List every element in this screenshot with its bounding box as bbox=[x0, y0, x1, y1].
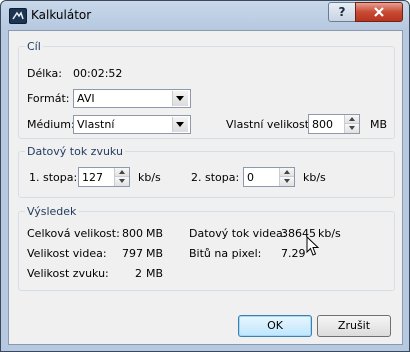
track1-value: 127 bbox=[82, 171, 103, 184]
video-bitrate-label: Datový tok videa: bbox=[189, 227, 287, 240]
custom-size-value: 800 bbox=[312, 118, 333, 131]
video-size-label: Velikost videa: bbox=[27, 247, 107, 260]
track2-unit: kb/s bbox=[303, 171, 326, 184]
arrow-up-icon bbox=[119, 170, 125, 174]
video-size-value: 797 bbox=[122, 247, 143, 260]
length-value: 00:02:52 bbox=[73, 67, 123, 80]
target-group-title: Cíl bbox=[25, 40, 43, 53]
custom-size-up[interactable] bbox=[345, 115, 359, 124]
result-group: Výsledek Celková velikost: 800 MB Veliko… bbox=[18, 205, 395, 291]
track1-up[interactable] bbox=[115, 168, 129, 177]
arrow-down-icon bbox=[349, 126, 355, 130]
track1-label: 1. stopa: bbox=[29, 171, 78, 184]
track1-unit: kb/s bbox=[138, 171, 161, 184]
arrow-down-icon bbox=[284, 179, 290, 183]
track1-down[interactable] bbox=[115, 177, 129, 186]
help-button[interactable]: ? bbox=[328, 2, 356, 22]
custom-size-unit: MB bbox=[370, 118, 388, 131]
audio-size-label: Velikost zvuku: bbox=[27, 267, 109, 280]
medium-select[interactable]: Vlastní bbox=[73, 115, 191, 134]
track2-down[interactable] bbox=[280, 177, 294, 186]
custom-size-down[interactable] bbox=[345, 124, 359, 133]
medium-dropdown-arrow[interactable] bbox=[172, 117, 188, 132]
arrow-up-icon bbox=[349, 117, 355, 121]
ok-button[interactable]: OK bbox=[238, 315, 312, 337]
app-icon bbox=[9, 8, 27, 24]
track2-value: 0 bbox=[247, 171, 254, 184]
format-select-value: AVI bbox=[77, 92, 95, 105]
total-size-unit: MB bbox=[146, 227, 164, 240]
arrow-down-icon bbox=[119, 179, 125, 183]
format-select[interactable]: AVI bbox=[73, 89, 191, 108]
length-label: Délka: bbox=[27, 67, 62, 80]
close-icon bbox=[374, 7, 384, 17]
bits-per-pixel-label: Bitů na pixel: bbox=[189, 247, 262, 260]
format-label: Formát: bbox=[27, 92, 70, 105]
medium-select-value: Vlastní bbox=[77, 118, 115, 131]
format-dropdown-arrow[interactable] bbox=[172, 91, 188, 106]
audio-bitrate-group-title: Datový tok zvuku bbox=[25, 145, 125, 158]
custom-size-spinner[interactable]: 800 bbox=[308, 114, 360, 134]
track2-label: 2. stopa: bbox=[191, 171, 240, 184]
chevron-down-icon bbox=[176, 122, 184, 127]
window-title: Kalkulátor bbox=[31, 8, 92, 22]
track1-spinner[interactable]: 127 bbox=[78, 167, 130, 187]
video-bitrate-unit: kb/s bbox=[318, 227, 341, 240]
dialog-client: Cíl Délka: 00:02:52 Formát: AVI Médium: … bbox=[8, 30, 403, 345]
audio-size-value: 2 bbox=[135, 267, 142, 280]
mouse-cursor-icon bbox=[306, 236, 319, 256]
result-group-title: Výsledek bbox=[25, 205, 79, 218]
track2-spinner[interactable]: 0 bbox=[243, 167, 295, 187]
audio-size-unit: MB bbox=[146, 267, 164, 280]
cancel-button[interactable]: Zrušit bbox=[317, 315, 391, 337]
total-size-label: Celková velikost: bbox=[27, 227, 120, 240]
custom-size-label: Vlastní velikost: bbox=[226, 118, 313, 131]
track2-up[interactable] bbox=[280, 168, 294, 177]
bits-per-pixel-value: 7.29 bbox=[281, 247, 306, 260]
medium-label: Médium: bbox=[27, 118, 75, 131]
chevron-down-icon bbox=[176, 96, 184, 101]
total-size-value: 800 bbox=[122, 227, 143, 240]
title-bar[interactable]: Kalkulátor ? bbox=[1, 1, 409, 29]
target-group: Cíl Délka: 00:02:52 Formát: AVI Médium: … bbox=[18, 40, 395, 139]
calculator-window: Kalkulátor ? Cíl Délka: 00:02:52 Formát:… bbox=[0, 0, 410, 352]
video-size-unit: MB bbox=[146, 247, 164, 260]
audio-bitrate-group: Datový tok zvuku 1. stopa: 127 kb/s 2. s… bbox=[18, 145, 395, 198]
close-button[interactable] bbox=[355, 2, 403, 22]
arrow-up-icon bbox=[284, 170, 290, 174]
